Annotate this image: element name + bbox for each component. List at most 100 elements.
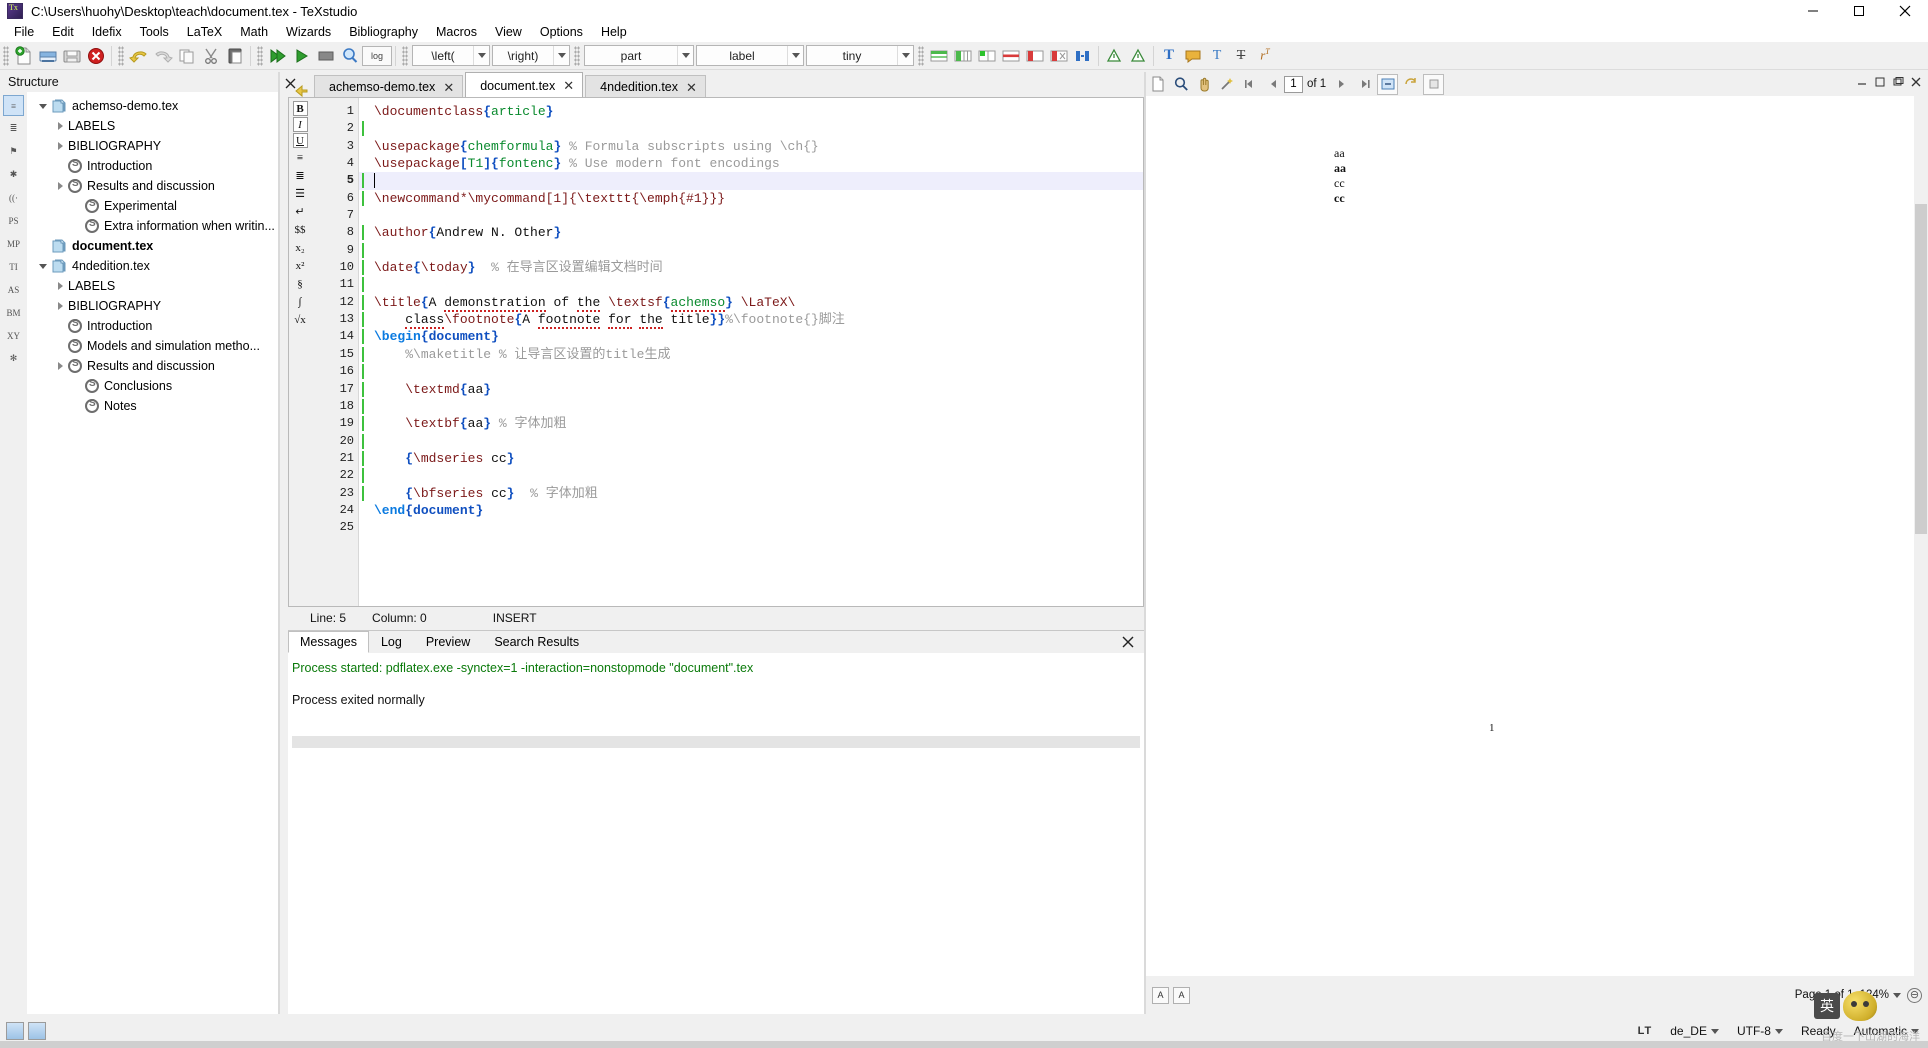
paragraph-button[interactable]: ≡ <box>291 149 309 166</box>
chevron-right-icon[interactable] <box>52 178 68 194</box>
editor-tab-close-icon[interactable]: ✕ <box>563 79 574 92</box>
text-format-icon[interactable]: T <box>1205 44 1229 68</box>
pdf-scrollbar[interactable] <box>1914 96 1928 976</box>
pdf-next-page-icon[interactable] <box>1331 74 1352 95</box>
code-line[interactable] <box>359 519 1143 536</box>
compile-icon[interactable] <box>290 44 314 68</box>
chevron-right-icon[interactable] <box>52 138 68 154</box>
menu-options[interactable]: Options <box>531 23 592 41</box>
table-columns-icon[interactable] <box>951 44 975 68</box>
tree-item[interactable]: BIBLIOGRAPHY <box>27 296 278 316</box>
ps-symbols-button[interactable]: PS <box>3 210 24 231</box>
editor-tab-achemso-demo-tex[interactable]: achemso-demo.tex ✕ <box>314 75 464 98</box>
chevron-down-icon[interactable] <box>35 98 51 114</box>
chevron-right-icon[interactable] <box>52 278 68 294</box>
tree-item[interactable]: document.tex <box>27 236 278 256</box>
menu-view[interactable]: View <box>486 23 531 41</box>
toolbar-grip-3[interactable] <box>257 45 263 66</box>
pdf-magic-wand-icon[interactable] <box>1216 74 1237 95</box>
pdf-fit-width-icon[interactable] <box>1377 73 1399 95</box>
tree-item[interactable]: BIBLIOGRAPHY <box>27 136 278 156</box>
pdf-last-page-icon[interactable] <box>1354 74 1375 95</box>
code-line[interactable] <box>359 433 1143 450</box>
toolbar-grip-2[interactable] <box>118 45 124 66</box>
code-line[interactable] <box>359 120 1143 137</box>
pdf-scrollbar-thumb[interactable] <box>1915 204 1927 534</box>
code-line[interactable]: {\mdseries cc} <box>359 450 1143 467</box>
table-rows-icon[interactable] <box>999 44 1023 68</box>
menu-tools[interactable]: Tools <box>131 23 178 41</box>
code-editor[interactable]: B I U ≡ ≣ ☰ ↵ $$ x₂ x² § ∫ √x 1 2 3 4 5 6 7 8 9 10 11 12 13 14 15 1… <box>288 97 1144 607</box>
comment-icon[interactable] <box>1181 44 1205 68</box>
code-line[interactable]: \usepackage[T1]{fontenc} % Use modern fo… <box>359 155 1143 172</box>
pdf-document-icon[interactable] <box>1147 74 1168 95</box>
editor-tab-document-tex[interactable]: document.tex ✕ <box>465 72 584 98</box>
label-combo[interactable]: label <box>696 45 804 66</box>
bookmarks-button[interactable]: ⚑ <box>3 141 24 162</box>
output-close-button[interactable] <box>1122 635 1134 653</box>
tree-item[interactable]: LABELS <box>27 116 278 136</box>
chevron-down-icon[interactable] <box>473 46 489 65</box>
mp-symbols-button[interactable]: MP <box>3 233 24 254</box>
output-tab-log[interactable]: Log <box>369 631 414 653</box>
menu-idefix[interactable]: Idefix <box>83 23 131 41</box>
center-button[interactable]: ≣ <box>291 167 309 184</box>
copy-icon[interactable] <box>175 44 199 68</box>
pdf-first-page-icon[interactable] <box>1239 74 1260 95</box>
code-line[interactable]: \newcommand*\mycommand[1]{\texttt{\emph{… <box>359 190 1143 207</box>
structure-view-button[interactable]: ≡ <box>3 95 24 116</box>
italic-button[interactable]: I <box>292 117 308 132</box>
symbols-button[interactable]: ✱ <box>3 164 24 185</box>
section-level-combo[interactable]: part <box>584 45 694 66</box>
editor-tab-close-icon[interactable]: ✕ <box>443 81 454 94</box>
tree-item[interactable]: Extra information when writin... <box>27 216 278 236</box>
code-line[interactable]: \usepackage{chemformula} % Formula subsc… <box>359 138 1143 155</box>
view-log-icon[interactable]: log <box>362 45 392 66</box>
section-button[interactable]: § <box>291 275 309 292</box>
code-line[interactable] <box>359 363 1143 380</box>
spell-language-cell[interactable]: de_DE <box>1661 1024 1728 1038</box>
pdf-page-input[interactable]: 1 <box>1284 75 1303 93</box>
delete-row-icon[interactable] <box>1023 44 1047 68</box>
brackets-button[interactable]: ((· <box>3 187 24 208</box>
tree-item[interactable]: 4ndedition.tex <box>27 256 278 276</box>
tree-item[interactable]: achemso-demo.tex <box>27 96 278 116</box>
encoding-cell[interactable]: UTF-8 <box>1728 1024 1792 1038</box>
pdf-fit-page-button[interactable]: ⊖ <box>1907 987 1922 1003</box>
bold-button[interactable]: B <box>292 101 308 116</box>
warning-triangle-2-icon[interactable] <box>1126 44 1150 68</box>
underline-button[interactable]: U <box>292 133 308 148</box>
align-columns-icon[interactable] <box>1071 44 1095 68</box>
right-delimiter-combo[interactable]: \right) <box>492 45 570 66</box>
pdf-search-icon[interactable] <box>1170 74 1191 95</box>
chevron-right-icon[interactable] <box>52 118 68 134</box>
insert-table-icon[interactable] <box>927 44 951 68</box>
open-document-icon[interactable] <box>36 44 60 68</box>
bm-symbols-button[interactable]: BM <box>3 302 24 323</box>
ime-mode-label[interactable]: 英 <box>1814 993 1840 1019</box>
editor-tab-4ndedition-tex[interactable]: 4ndedition.tex ✕ <box>585 75 706 98</box>
code-line[interactable]: \date{\today} % 在导言区设置编辑文档时间 <box>359 259 1143 276</box>
toggle-structure-panel-button[interactable] <box>6 1022 24 1040</box>
pdf-hand-tool-icon[interactable] <box>1193 74 1214 95</box>
ime-floating-widget[interactable]: 英 <box>1814 988 1886 1024</box>
chevron-down-icon[interactable] <box>1893 992 1901 998</box>
pdf-magnify-plus-icon[interactable]: A <box>1173 986 1190 1004</box>
tree-item[interactable]: Conclusions <box>27 376 278 396</box>
code-line[interactable]: \begin{document} <box>359 328 1143 345</box>
menu-file[interactable]: File <box>5 23 43 41</box>
menu-bibliography[interactable]: Bibliography <box>340 23 427 41</box>
maximize-button[interactable] <box>1836 0 1882 22</box>
toolbar-grip-4[interactable] <box>402 45 408 66</box>
chevron-down-icon[interactable] <box>1774 1028 1783 1034</box>
view-pdf-icon[interactable] <box>314 44 338 68</box>
code-line[interactable]: class\footnote{A footnote for the title}… <box>359 311 1143 330</box>
chevron-right-icon[interactable] <box>52 298 68 314</box>
chevron-down-icon[interactable] <box>677 46 693 65</box>
new-document-icon[interactable] <box>12 44 36 68</box>
menu-macros[interactable]: Macros <box>427 23 486 41</box>
toolbar-grip[interactable] <box>3 45 9 66</box>
menu-wizards[interactable]: Wizards <box>277 23 340 41</box>
code-line[interactable]: \end{document} <box>359 502 1143 519</box>
favorites-button[interactable]: ✻ <box>3 348 24 369</box>
